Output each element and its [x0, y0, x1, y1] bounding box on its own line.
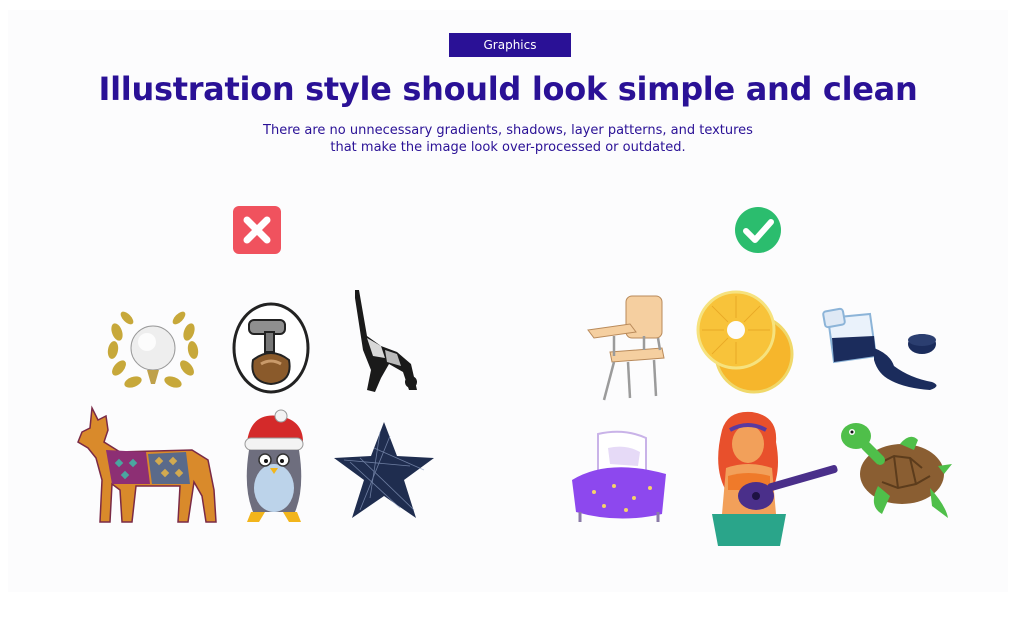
x-icon	[233, 206, 281, 258]
patterned-dog-icon	[76, 400, 221, 529]
spilled-ink-jar-icon	[820, 304, 946, 394]
school-desk-icon	[584, 292, 670, 408]
yoga-silhouette-icon	[341, 286, 423, 402]
section-badge: Graphics	[449, 33, 571, 57]
scribble-star-icon	[330, 418, 438, 526]
purple-bed-icon	[568, 428, 672, 528]
page-subtitle: There are no unnecessary gradients, shad…	[263, 123, 753, 155]
page-title: Illustration style should look simple an…	[98, 70, 918, 108]
sea-turtle-icon	[838, 414, 954, 530]
pineapple-rings-icon	[694, 288, 796, 400]
golf-ball-laurel-icon	[103, 302, 203, 396]
slide: Graphics Illustration style should look …	[8, 10, 1008, 592]
check-icon	[734, 206, 782, 258]
penguin-santa-hat-icon	[239, 408, 309, 530]
hammer-sack-sticker-icon	[231, 302, 311, 398]
ukulele-woman-icon	[698, 410, 848, 550]
